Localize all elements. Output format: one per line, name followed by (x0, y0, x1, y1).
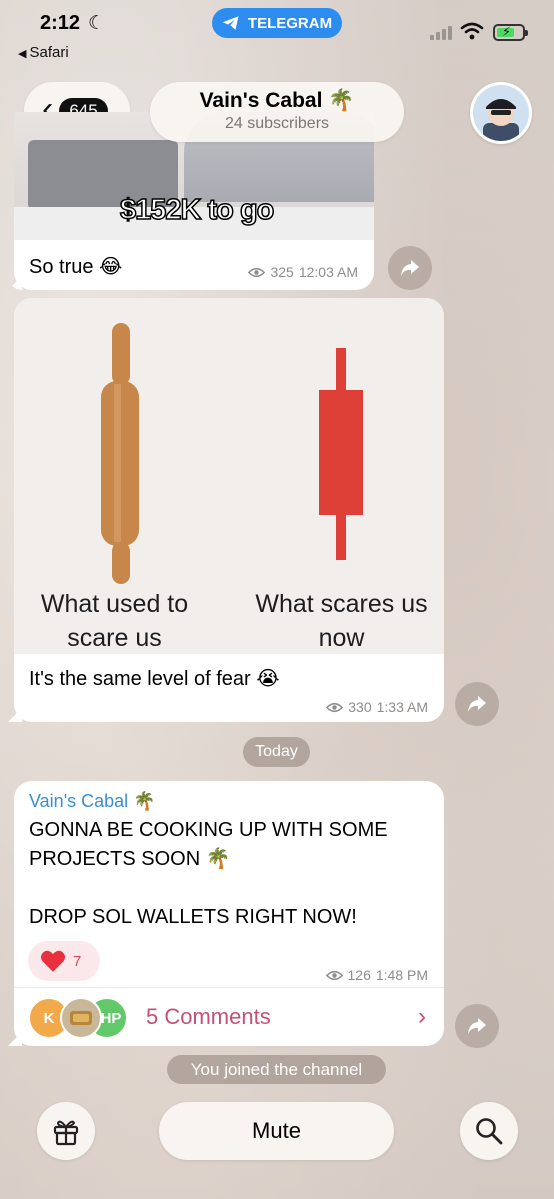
chevron-right-icon: › (418, 1003, 426, 1030)
message-meta: 330 1:33 AM (326, 699, 428, 715)
views-eye-icon (248, 267, 266, 277)
share-button[interactable] (455, 1004, 499, 1048)
service-message: You joined the channel (167, 1055, 386, 1084)
commenter-avatars: K HP (28, 995, 146, 1039)
telegram-pill-label: TELEGRAM (247, 14, 333, 32)
post-text-line: PROJECTS SOON 🌴 (29, 848, 231, 870)
post-text-line: DROP SOL WALLETS RIGHT NOW! (29, 906, 357, 928)
search-button[interactable] (460, 1102, 518, 1160)
view-count: 325 (270, 264, 294, 280)
share-arrow-icon (468, 1018, 486, 1034)
view-count: 126 (347, 967, 371, 983)
views-eye-icon (325, 970, 343, 980)
views-eye-icon (326, 702, 344, 712)
share-arrow-icon (401, 260, 419, 276)
message-bubble[interactable]: What used to scare us What scares us now… (14, 298, 444, 722)
gift-button[interactable] (37, 1102, 95, 1160)
wifi-icon (460, 22, 484, 40)
moon-icon: ☾ (88, 13, 106, 34)
channel-title: Vain's Cabal 🌴 (199, 89, 355, 112)
share-button[interactable] (455, 682, 499, 726)
share-button[interactable] (388, 246, 432, 290)
meme-image[interactable]: What used to scare us What scares us now (14, 298, 444, 654)
date-separator: Today (243, 737, 310, 767)
cellular-signal-icon (430, 26, 452, 40)
channel-title-pill[interactable]: Vain's Cabal 🌴 24 subscribers (150, 82, 404, 142)
heart-icon (40, 950, 66, 972)
reaction-count: 7 (73, 952, 82, 970)
message-time: 12:03 AM (298, 264, 358, 280)
back-app-label: Safari (29, 44, 69, 61)
image-label-right: What scares us now (255, 590, 428, 652)
channel-avatar[interactable] (470, 82, 532, 144)
telegram-plane-icon (222, 16, 239, 30)
message-time: 1:33 AM (376, 699, 428, 715)
post-text-line: GONNA BE COOKING UP WITH SOME (29, 819, 388, 841)
avatar-photo (60, 997, 102, 1039)
search-icon (476, 1118, 503, 1145)
message-meta: 126 1:48 PM (325, 967, 428, 983)
comments-label: 5 Comments (146, 1004, 271, 1029)
post-author[interactable]: Vain's Cabal 🌴 (14, 781, 444, 812)
channel-post-bubble[interactable]: Vain's Cabal 🌴 GONNA BE COOKING UP WITH … (14, 781, 444, 1046)
gift-icon (53, 1120, 79, 1146)
battery-icon: ⚡ (493, 24, 528, 41)
mute-button[interactable]: Mute (159, 1102, 394, 1160)
message-time: 1:48 PM (375, 967, 428, 983)
message-meta: 325 12:03 AM (248, 264, 358, 280)
view-count: 330 (348, 699, 372, 715)
comments-link[interactable]: K HP 5 Comments › (14, 987, 444, 1046)
subscriber-count: 24 subscribers (224, 115, 330, 132)
status-bar: 2:12 ☾ ◀ Safari TELEGRAM ⚡ (0, 0, 554, 70)
share-arrow-icon (468, 696, 486, 712)
message-text: It's the same level of fear 😭 (29, 668, 280, 690)
telegram-pill[interactable]: TELEGRAM (212, 8, 342, 38)
image-caption: $152K to go (119, 193, 275, 227)
back-to-app-link[interactable]: ◀ Safari (18, 44, 69, 61)
heart-reaction-button[interactable]: 7 (28, 941, 100, 981)
image-label-left: What used to scare us (40, 590, 189, 652)
back-triangle-icon: ◀ (18, 48, 27, 60)
status-time: 2:12 (40, 12, 81, 34)
